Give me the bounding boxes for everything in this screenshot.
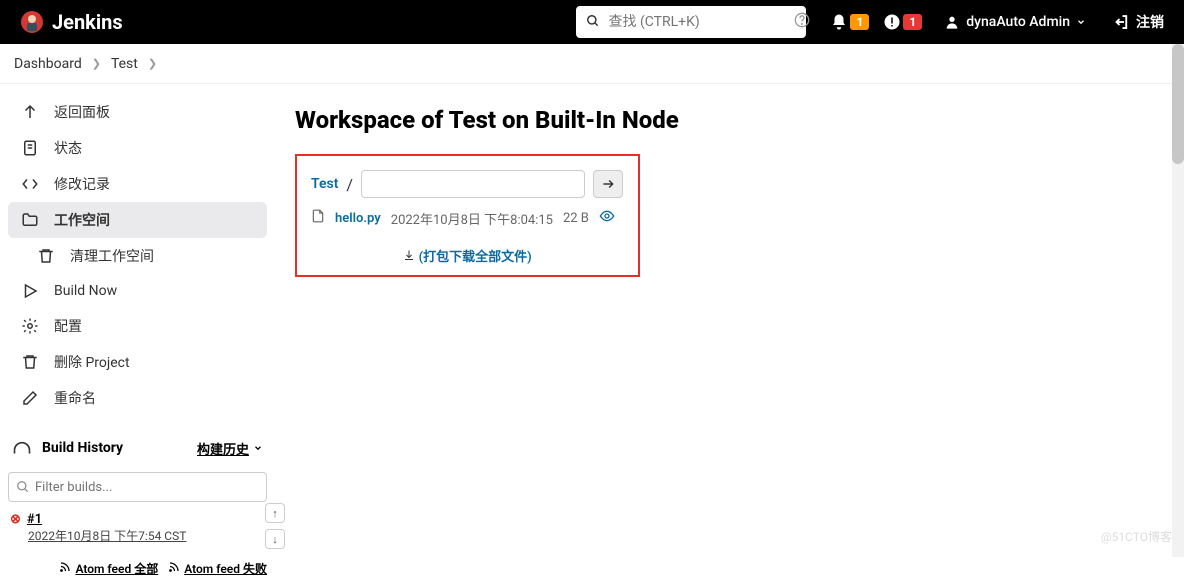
build-filter	[8, 472, 267, 502]
user-name: dynaAuto Admin	[966, 14, 1070, 30]
folder-icon	[20, 211, 40, 229]
sidebar-item-label: Build Now	[54, 283, 117, 299]
build-history-header: Build History 构建历史	[8, 426, 267, 468]
edit-icon	[20, 389, 40, 407]
chevron-down-icon	[253, 443, 263, 453]
sidebar-item-label: 删除 Project	[54, 352, 130, 372]
logo[interactable]: Jenkins	[20, 10, 123, 34]
sidebar-item-label: 重命名	[54, 388, 96, 408]
user-icon	[944, 14, 960, 30]
chevron-down-icon	[1076, 17, 1086, 27]
path-separator: /	[346, 175, 353, 194]
chevron-right-icon: ❯	[148, 57, 157, 70]
file-size: 22 B	[563, 211, 589, 226]
sidebar-item-wipe-workspace[interactable]: 清理工作空间	[8, 238, 267, 274]
warning-button[interactable]: 1	[883, 13, 922, 31]
go-button[interactable]	[593, 170, 623, 198]
build-history-title: Build History	[42, 440, 187, 456]
file-name-link[interactable]: hello.py	[335, 211, 381, 226]
logo-text: Jenkins	[52, 10, 123, 34]
watermark: @51CTO博客	[1101, 528, 1172, 545]
sidebar-item-label: 工作空间	[54, 210, 110, 230]
sidebar-item-label: 返回面板	[54, 102, 110, 122]
page-title: Workspace of Test on Built-In Node	[295, 106, 1164, 134]
warn-badge: 1	[903, 14, 922, 30]
main-content: Workspace of Test on Built-In Node Test …	[275, 84, 1184, 557]
sidebar-item-changes[interactable]: 修改记录	[8, 166, 267, 202]
trend-icon	[12, 436, 32, 460]
breadcrumb-item[interactable]: Dashboard	[14, 56, 82, 72]
logout-button[interactable]: 注销	[1112, 12, 1164, 32]
workspace-path-input[interactable]	[361, 170, 585, 198]
trash-icon	[20, 353, 40, 371]
search-box[interactable]	[576, 6, 806, 38]
sidebar-item-workspace[interactable]: 工作空间	[8, 202, 267, 238]
trash-icon	[36, 247, 56, 265]
sidebar-item-delete[interactable]: 删除 Project	[8, 344, 267, 380]
download-icon	[403, 250, 415, 265]
logout-label: 注销	[1136, 12, 1164, 32]
file-row: hello.py 2022年10月8日 下午8:04:15 22 B	[311, 208, 624, 228]
sidebar: 返回面板 状态 修改记录 工作空间 清理工作空间 Build Now	[0, 84, 275, 557]
breadcrumb: Dashboard ❯ Test ❯	[0, 44, 1184, 84]
view-icon[interactable]	[599, 208, 615, 228]
arrow-right-icon	[601, 177, 615, 191]
rss-icon	[59, 561, 71, 576]
build-history-link[interactable]: 构建历史	[197, 439, 263, 458]
search-icon	[586, 13, 600, 32]
bell-badge: 1	[850, 14, 869, 30]
sidebar-item-build-now[interactable]: Build Now	[8, 274, 267, 308]
download-all: (打包下载全部文件)	[311, 246, 624, 265]
sidebar-item-rename[interactable]: 重命名	[8, 380, 267, 416]
sidebar-item-label: 配置	[54, 316, 82, 336]
user-menu[interactable]: dynaAuto Admin	[944, 14, 1086, 30]
workspace-root-link[interactable]: Test	[311, 176, 338, 192]
arrow-up-icon	[20, 103, 40, 121]
code-icon	[20, 175, 40, 193]
help-icon[interactable]	[794, 12, 810, 32]
filter-input[interactable]	[8, 472, 267, 502]
top-header: Jenkins 1 1 dynaAuto Admin	[0, 0, 1184, 44]
build-entry[interactable]: ⊗ #1 2022年10月8日 下午7:54 CST	[8, 510, 267, 546]
logout-icon	[1112, 13, 1130, 31]
download-all-link[interactable]: (打包下载全部文件)	[419, 250, 532, 265]
sidebar-item-label: 修改记录	[54, 174, 110, 194]
chevron-right-icon: ❯	[92, 57, 101, 70]
gear-icon	[20, 317, 40, 335]
file-icon	[311, 209, 325, 227]
workspace-path-row: Test /	[311, 170, 624, 198]
sidebar-item-back[interactable]: 返回面板	[8, 94, 267, 130]
failure-icon: ⊗	[10, 512, 21, 527]
sidebar-item-status[interactable]: 状态	[8, 130, 267, 166]
notifications-button[interactable]: 1	[830, 13, 869, 31]
play-icon	[20, 282, 40, 300]
atom-feed-all[interactable]: Atom feed 全部	[59, 560, 158, 577]
build-time[interactable]: 2022年10月8日 下午7:54 CST	[10, 527, 267, 544]
search-icon	[16, 479, 30, 498]
scrollbar-thumb[interactable]	[1172, 44, 1184, 164]
rss-icon	[168, 561, 180, 576]
build-id[interactable]: #1	[27, 512, 42, 527]
sidebar-footer: Atom feed 全部 Atom feed 失败	[8, 546, 267, 577]
atom-feed-fail[interactable]: Atom feed 失败	[168, 560, 267, 577]
sidebar-item-configure[interactable]: 配置	[8, 308, 267, 344]
breadcrumb-item[interactable]: Test	[111, 56, 138, 72]
status-icon	[20, 139, 40, 157]
workspace-panel: Test / hello.py 2022年10月8日 下午8:04:15 22 …	[295, 154, 640, 277]
sidebar-item-label: 清理工作空间	[70, 246, 154, 266]
vertical-scrollbar[interactable]	[1172, 44, 1184, 557]
header-actions: 1 1 dynaAuto Admin 注销	[830, 12, 1164, 32]
search-input[interactable]	[608, 14, 786, 30]
file-date: 2022年10月8日 下午8:04:15	[391, 209, 553, 228]
jenkins-logo-icon	[20, 10, 44, 34]
sidebar-item-label: 状态	[54, 138, 82, 158]
